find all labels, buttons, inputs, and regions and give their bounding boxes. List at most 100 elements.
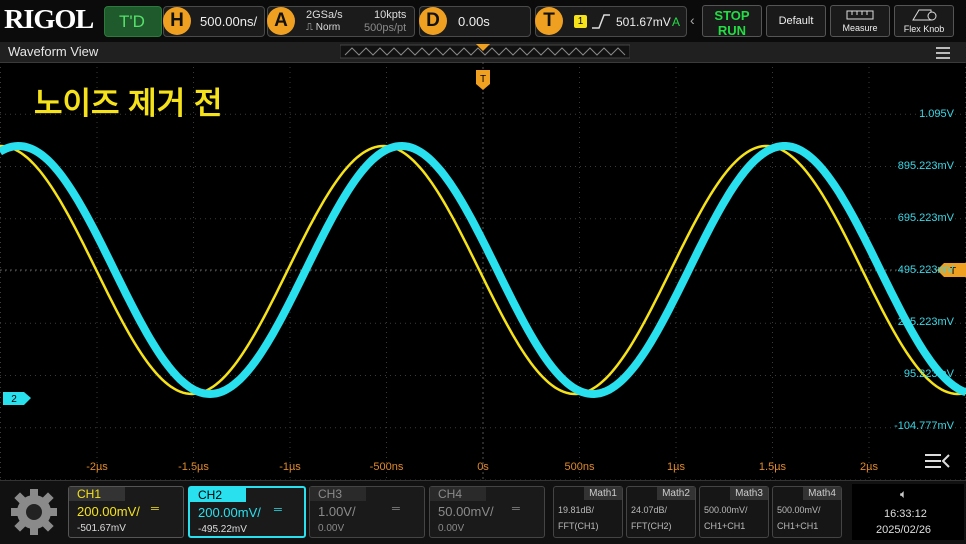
- delay-panel[interactable]: D 0.00s: [419, 6, 531, 37]
- x-tick-label: 500ns: [564, 461, 595, 473]
- y-tick-label: 95.223mV: [903, 368, 954, 380]
- home-gear-button[interactable]: [6, 487, 62, 537]
- math1-scale: 19.81dB/: [558, 505, 595, 515]
- math3-scale: 500.00mV/: [704, 505, 748, 515]
- x-tick-label: 2µs: [860, 461, 878, 473]
- trigger-level: 501.67mV: [616, 15, 671, 29]
- dc-coupling-icon: ═: [392, 503, 400, 515]
- dc-coupling-icon: ═: [151, 503, 159, 515]
- math4-source: CH1+CH1: [777, 521, 819, 531]
- y-tick-label: 695.223mV: [897, 212, 954, 224]
- x-tick-label: 0s: [477, 461, 489, 473]
- ch4-panel[interactable]: CH4 50.00mV/ ═ 0.00V: [429, 486, 545, 538]
- ch2-offset: -495.22mV: [198, 524, 247, 535]
- dc-coupling-icon: ═: [512, 503, 520, 515]
- ch2-tab: CH2: [190, 488, 246, 502]
- trigger-position-marker[interactable]: T: [476, 70, 490, 90]
- math4-panel[interactable]: Math4 500.00mV/ CH1+CH1: [772, 486, 842, 538]
- x-tick-label: -1.5µs: [178, 461, 209, 473]
- chevron-left-icon[interactable]: ‹: [690, 12, 695, 28]
- measure-button[interactable]: Measure: [830, 5, 890, 37]
- delay-value: 0.00s: [458, 14, 490, 29]
- ch2-marker-text: 2: [11, 394, 17, 405]
- ch3-panel[interactable]: CH3 1.00V/ ═ 0.00V: [309, 486, 425, 538]
- trigger-status-badge[interactable]: T'D: [104, 6, 162, 37]
- flex-knob-label: Flex Knob: [903, 24, 945, 34]
- time-per-point: 500ps/pt: [364, 22, 407, 34]
- ch1-offset: -501.67mV: [77, 523, 126, 534]
- ch1-panel[interactable]: CH1 200.00mV/ ═ -501.67mV: [68, 486, 184, 538]
- trigger-panel[interactable]: T 1 501.67mV A: [535, 6, 687, 37]
- y-tick-label: -104.777mV: [894, 420, 954, 432]
- memory-depth: 10kpts: [374, 9, 407, 21]
- math1-source: FFT(CH1): [558, 521, 599, 531]
- ch3-scale: 1.00V/: [318, 504, 356, 519]
- default-button[interactable]: Default: [766, 5, 826, 37]
- x-tick-label: -2µs: [86, 461, 108, 473]
- acquire-mode-label: Norm: [315, 22, 341, 33]
- ch2-panel[interactable]: CH2 200.00mV/ ═ -495.22mV: [188, 486, 306, 538]
- x-tick-label: -500ns: [369, 461, 404, 473]
- math2-tab: Math2: [657, 487, 695, 500]
- memory-overview-bar[interactable]: [340, 44, 630, 60]
- ch3-tab: CH3: [310, 487, 366, 501]
- ch4-offset: 0.00V: [438, 523, 465, 534]
- y-tick-label: 895.223mV: [897, 160, 954, 172]
- stop-label: STOP: [714, 8, 750, 23]
- trigger-status-text: T'D: [119, 12, 145, 31]
- x-tick-label: 1.5µs: [758, 461, 787, 473]
- collapse-icon[interactable]: [925, 454, 950, 468]
- measure-label: Measure: [842, 23, 878, 33]
- ch2-scale: 200.00mV/: [198, 505, 261, 520]
- norm-pulse-icon: ⎍: [306, 22, 313, 33]
- x-tick-label: 1µs: [667, 461, 685, 473]
- waveform-view-header: Waveform View: [0, 42, 966, 63]
- trigger-mode: A: [672, 15, 681, 29]
- default-label: Default: [778, 15, 814, 27]
- ch1-tab: CH1: [69, 487, 125, 501]
- ch4-scale: 50.00mV/: [438, 504, 494, 519]
- waveform-plot[interactable]: T 2 T: [0, 62, 966, 480]
- menu-icon[interactable]: [936, 44, 950, 62]
- horizontal-scale-value: 500.00ns/: [200, 14, 258, 29]
- annotation-text: 노이즈 제거 전: [34, 86, 223, 121]
- acquire-panel[interactable]: A 2GSa/s ⎍ Norm 10kpts 500ps/pt: [267, 6, 415, 37]
- status-panel: 🔈︎ 16:33:12 2025/02/26: [852, 484, 964, 540]
- trigger-marker-text: T: [480, 74, 486, 85]
- top-toolbar: RIGOL T'D H 500.00ns/ A 2GSa/s ⎍ Norm 10…: [0, 0, 966, 42]
- ruler-icon: [846, 10, 874, 20]
- x-tick-label: -1µs: [279, 461, 301, 473]
- math2-source: FFT(CH2): [631, 521, 672, 531]
- rising-edge-icon: [592, 14, 610, 29]
- ch4-tab: CH4: [430, 487, 486, 501]
- clock-date: 2025/02/26: [876, 524, 932, 536]
- flex-knob-button[interactable]: Flex Knob: [894, 5, 954, 37]
- math4-scale: 500.00mV/: [777, 505, 821, 515]
- ch1-scale: 200.00mV/: [77, 504, 140, 519]
- ch2-offset-marker[interactable]: 2: [3, 392, 31, 405]
- y-tick-label: 295.223mV: [897, 316, 954, 328]
- acquire-mode: ⎍ Norm: [306, 22, 340, 33]
- run-label: RUN: [717, 23, 747, 38]
- acquire-badge: A: [267, 7, 295, 35]
- y-tick-label: 495.223mV: [897, 264, 954, 276]
- math2-scale: 24.07dB/: [631, 505, 668, 515]
- math1-tab: Math1: [584, 487, 622, 500]
- waveform-view-title: Waveform View: [8, 44, 99, 59]
- math1-panel[interactable]: Math1 19.81dB/ FFT(CH1): [553, 486, 623, 538]
- flex-knob-icon: [912, 9, 937, 21]
- math2-panel[interactable]: Math2 24.07dB/ FFT(CH2): [626, 486, 696, 538]
- mute-speaker-icon[interactable]: 🔈︎: [900, 487, 907, 502]
- trigger-badge: T: [535, 7, 563, 35]
- gear-icon: [11, 489, 57, 535]
- sample-rate: 2GSa/s: [306, 9, 343, 21]
- rigol-logo: RIGOL: [4, 4, 94, 34]
- math3-panel[interactable]: Math3 500.00mV/ CH1+CH1: [699, 486, 769, 538]
- horizontal-scale-panel[interactable]: H 500.00ns/: [163, 6, 265, 37]
- clock-time: 16:33:12: [884, 508, 927, 520]
- math3-tab: Math3: [730, 487, 768, 500]
- ch3-offset: 0.00V: [318, 523, 345, 534]
- y-tick-label: 1.095V: [919, 108, 954, 120]
- dc-coupling-icon: ═: [274, 504, 282, 516]
- stop-run-button[interactable]: STOP RUN: [702, 5, 762, 38]
